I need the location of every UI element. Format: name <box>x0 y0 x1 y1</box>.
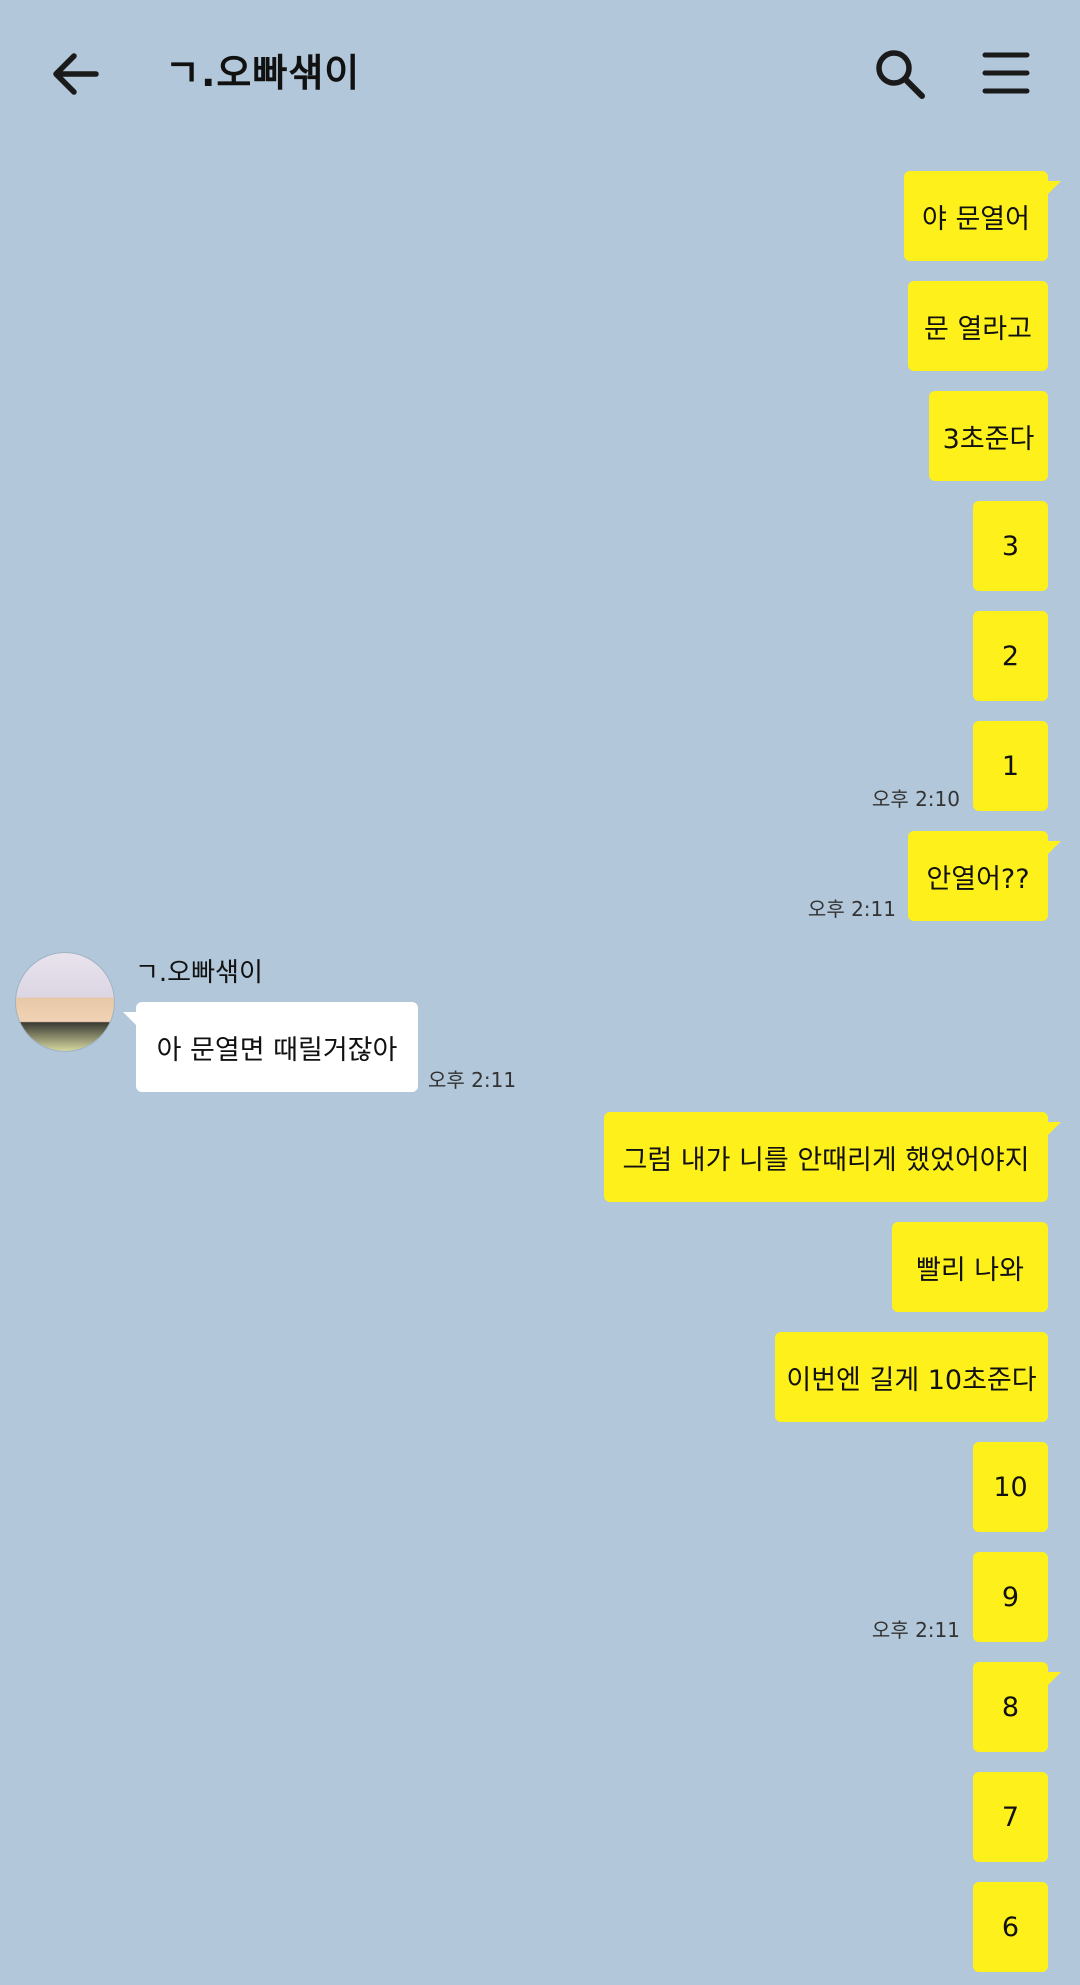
arrow-left-icon <box>53 53 99 95</box>
chat-header: ㄱ.오빠샊이 <box>0 0 1080 150</box>
message-bubble-sent[interactable]: 이번엔 길게 10초준다 <box>775 1332 1048 1422</box>
message-bubble-sent[interactable]: 7 <box>973 1772 1048 1862</box>
search-icon <box>876 50 925 99</box>
hamburger-menu-icon <box>982 52 1030 94</box>
message-bubble-sent[interactable]: 8 <box>973 1662 1061 1752</box>
message-text: 9 <box>1001 1581 1020 1613</box>
message-bubble-sent[interactable]: 1 <box>973 721 1048 811</box>
search-button[interactable] <box>874 48 926 100</box>
message-text: 7 <box>1001 1801 1020 1833</box>
message-bubble-sent[interactable]: 6 <box>973 1882 1048 1972</box>
message-text: 8 <box>1001 1691 1020 1723</box>
message-text: 그럼 내가 니를 안때리게 했었어야지 <box>622 1144 1030 1176</box>
menu-button[interactable] <box>982 50 1030 96</box>
message-text: 이번엔 길게 10초준다 <box>786 1364 1037 1396</box>
message-text: 빨리 나와 <box>916 1254 1024 1286</box>
message-bubble-sent[interactable]: 야 문열어 <box>904 171 1061 261</box>
message-bubble-sent[interactable]: 그럼 내가 니를 안때리게 했었어야지 <box>604 1112 1061 1202</box>
message-bubble-sent[interactable]: 3초준다 <box>929 391 1048 481</box>
message-bubble-received[interactable]: 아 문열면 때릴거잖아 <box>123 1002 418 1092</box>
message-bubble-sent[interactable]: 10 <box>973 1442 1048 1532</box>
message-timestamp: 오후 2:11 <box>871 1618 960 1642</box>
message-bubble-sent[interactable]: 3 <box>973 501 1048 591</box>
message-bubble-sent[interactable]: 9 <box>973 1552 1048 1642</box>
back-button[interactable] <box>48 44 108 104</box>
message-text: 야 문열어 <box>922 203 1030 235</box>
message-bubble-sent[interactable]: 빨리 나와 <box>892 1222 1048 1312</box>
message-bubble-sent[interactable]: 안열어?? <box>908 831 1061 921</box>
message-text: 2 <box>1001 640 1020 672</box>
avatar[interactable] <box>15 952 115 1052</box>
message-text: 안열어?? <box>926 863 1030 895</box>
chat-title: ㄱ.오빠샊이 <box>165 51 361 95</box>
message-timestamp: 오후 2:11 <box>807 897 896 921</box>
message-text: 10 <box>993 1471 1028 1503</box>
message-text: 6 <box>1001 1911 1020 1943</box>
message-text: 3초준다 <box>942 423 1035 455</box>
message-timestamp: 오후 2:11 <box>428 1068 517 1092</box>
message-timestamp: 오후 2:10 <box>871 787 960 811</box>
message-text: 3 <box>1001 530 1020 562</box>
message-bubble-sent[interactable]: 문 열라고 <box>908 281 1048 371</box>
message-text: 문 열라고 <box>924 313 1032 345</box>
message-text: 아 문열면 때릴거잖아 <box>156 1034 398 1066</box>
message-text: 1 <box>1001 750 1020 782</box>
sender-name: ㄱ.오빠샊이 <box>135 958 263 988</box>
message-bubble-sent[interactable]: 2 <box>973 611 1048 701</box>
